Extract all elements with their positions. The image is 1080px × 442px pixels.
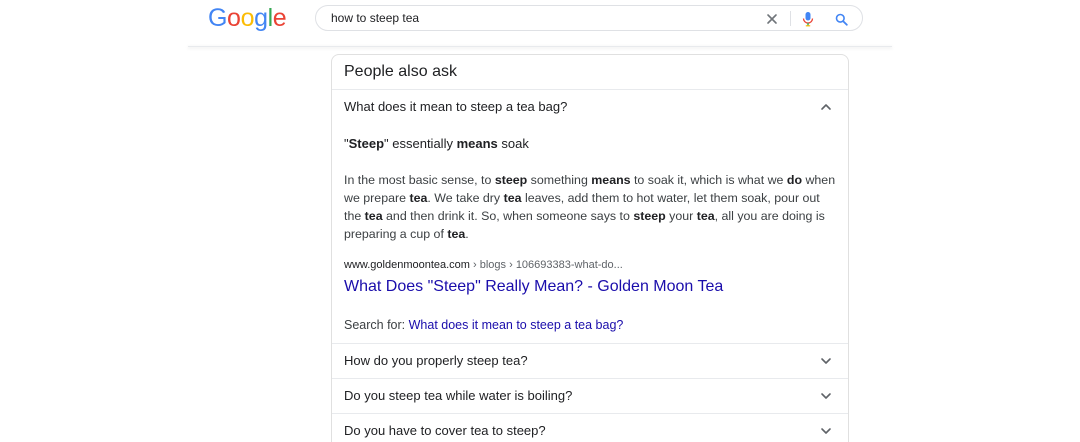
answer-heading-bold: Steep: [348, 136, 385, 151]
mic-icon: [802, 12, 814, 27]
close-icon: [767, 14, 777, 24]
paa-question-3[interactable]: Do you have to cover tea to steep?: [332, 413, 848, 442]
snippet-bold: tea: [503, 191, 522, 205]
search-for-label: Search for:: [344, 318, 409, 332]
voice-search-button[interactable]: [798, 9, 818, 29]
snippet-text: and then drink it. So, when someone says…: [382, 209, 634, 223]
chevron-up-icon: [821, 104, 831, 110]
search-results-page: Google how to steep tea People also ask …: [0, 0, 1080, 442]
magnifier-icon: [835, 13, 848, 26]
snippet-bold: tea: [447, 227, 466, 241]
snippet-bold: steep: [494, 173, 528, 187]
paa-question-text: What does it mean to steep a tea bag?: [344, 99, 568, 114]
snippet-bold: tea: [364, 209, 383, 223]
search-for-link[interactable]: What does it mean to steep a tea bag?: [409, 318, 624, 332]
chevron-down-icon: [821, 358, 831, 364]
paa-title: People also ask: [344, 63, 457, 80]
snippet-text: In the most basic sense, to: [344, 173, 495, 187]
logo-letter-g2: g: [254, 4, 268, 32]
snippet-bold: steep: [633, 209, 666, 223]
paa-question-expanded[interactable]: What does it mean to steep a tea bag?: [332, 89, 848, 123]
snippet-bold: means: [591, 173, 631, 187]
snippet-bold: tea: [696, 209, 715, 223]
search-input[interactable]: [331, 8, 751, 28]
chevron-down-icon: [821, 428, 831, 434]
answer-heading-bold: means: [456, 136, 498, 151]
cite-domain: www.goldenmoontea.com: [344, 259, 470, 271]
paa-question-text: Do you have to cover tea to steep?: [344, 423, 546, 438]
snippet-bold: do: [786, 173, 803, 187]
logo-letter-o1: o: [227, 4, 241, 32]
snippet-text: to soak it, which is what we: [630, 173, 787, 187]
logo-letter-g: G: [208, 4, 228, 32]
header-bar: Google: [0, 0, 1080, 47]
search-submit-button[interactable]: [831, 9, 851, 29]
answer-snippet: In the most basic sense, to steep someth…: [344, 171, 840, 243]
search-box: [315, 5, 863, 31]
result-title-link[interactable]: What Does "Steep" Really Mean? - Golden …: [344, 277, 723, 297]
clear-search-button[interactable]: [762, 9, 782, 29]
paa-question-2[interactable]: Do you steep tea while water is boiling?: [332, 378, 848, 412]
answer-heading-part: soak: [497, 136, 529, 151]
search-box-divider: [790, 11, 791, 26]
result-citation: www.goldenmoontea.com › blogs › 10669338…: [344, 258, 623, 272]
header-divider: [188, 46, 892, 47]
paa-question-text: How do you properly steep tea?: [344, 353, 528, 368]
paa-question-text: Do you steep tea while water is boiling?: [344, 388, 573, 403]
google-logo[interactable]: Google: [208, 3, 287, 33]
snippet-text: something: [527, 173, 592, 187]
chevron-down-icon: [821, 393, 831, 399]
snippet-bold: tea: [409, 191, 428, 205]
cite-path: › blogs › 106693383-what-do...: [469, 259, 623, 271]
logo-letter-e: e: [272, 4, 287, 32]
snippet-text: . We take dry: [427, 191, 504, 205]
answer-heading-part: " essentially: [384, 136, 457, 151]
snippet-text: .: [465, 227, 469, 241]
paa-question-1[interactable]: How do you properly steep tea?: [332, 343, 848, 377]
search-for-line: Search for: What does it mean to steep a…: [344, 317, 623, 333]
answer-heading: "Steep" essentially means soak: [344, 136, 529, 152]
people-also-ask-panel: People also ask What does it mean to ste…: [331, 54, 849, 442]
logo-letter-o2: o: [240, 4, 255, 32]
snippet-text: your: [665, 209, 697, 223]
